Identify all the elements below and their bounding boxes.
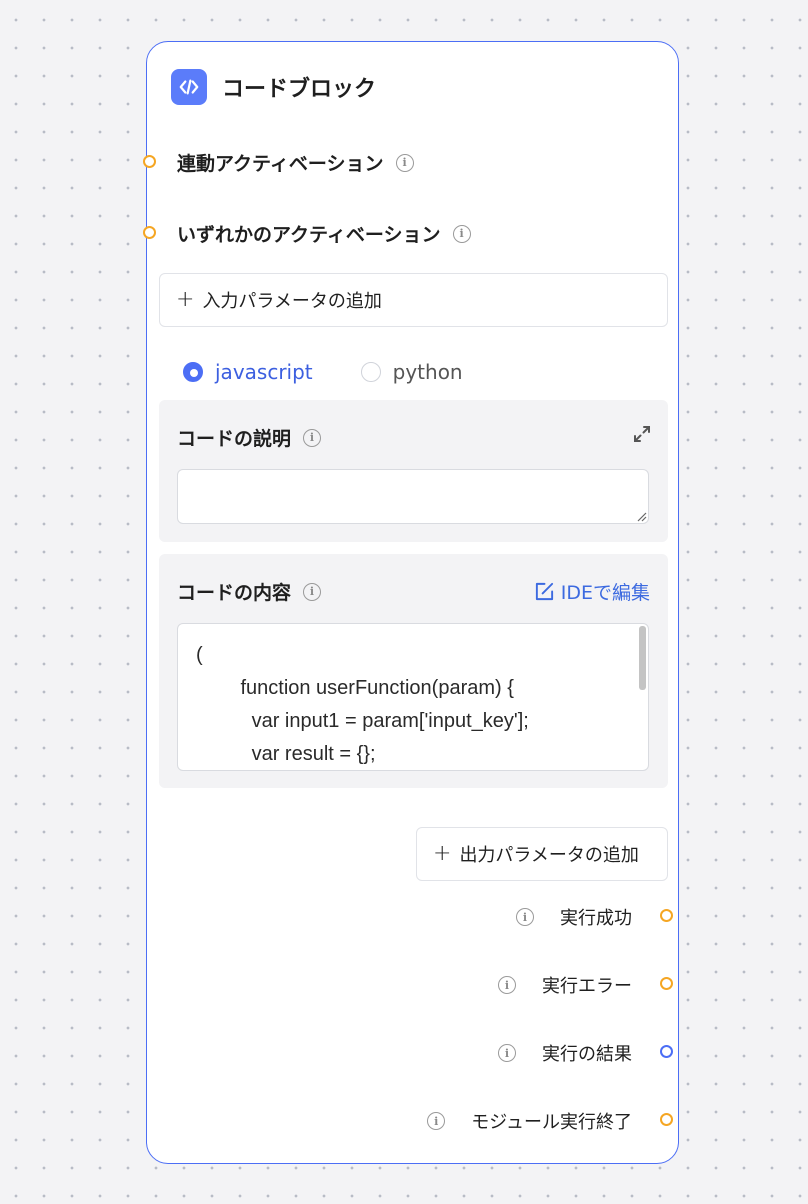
code-icon xyxy=(171,69,207,105)
info-icon[interactable]: i xyxy=(303,428,322,447)
info-icon[interactable]: i xyxy=(516,908,534,926)
radio-label: python xyxy=(392,360,463,384)
code-text[interactable]: ( function userFunction(param) { var inp… xyxy=(178,624,648,770)
output-port-success[interactable] xyxy=(660,909,673,922)
output-label: 実行の結果 xyxy=(542,1044,632,1065)
node-header: コードブロック xyxy=(171,69,376,105)
info-icon[interactable]: i xyxy=(303,582,322,601)
code-description-panel: コードの説明 i xyxy=(159,400,668,542)
output-label: 実行エラー xyxy=(542,976,632,997)
radio-dot xyxy=(360,362,381,382)
input-any-activation: いずれかのアクティベーション i xyxy=(177,220,471,247)
plus-icon: + xyxy=(176,287,195,312)
input-label: いずれかのアクティベーション xyxy=(177,224,441,246)
info-icon[interactable]: i xyxy=(452,224,471,243)
language-selector: javascript python xyxy=(183,360,463,384)
output-label: モジュール実行終了 xyxy=(471,1112,632,1133)
output-execution-success: i 実行成功 xyxy=(516,904,632,930)
add-input-label: 入力パラメータの追加 xyxy=(202,291,382,312)
radio-dot xyxy=(183,362,203,382)
output-label: 実行成功 xyxy=(560,908,632,929)
add-output-parameter-button[interactable]: + 出力パラメータの追加 xyxy=(416,827,668,881)
edit-link-text: IDEで編集 xyxy=(560,582,650,604)
resize-handle-icon[interactable] xyxy=(637,512,647,522)
output-port-finished[interactable] xyxy=(660,1113,673,1126)
output-port-error[interactable] xyxy=(660,977,673,990)
radio-python[interactable]: python xyxy=(360,360,463,384)
add-input-parameter-button[interactable]: + 入力パラメータの追加 xyxy=(159,273,668,327)
plus-icon: + xyxy=(433,841,452,866)
code-description-input[interactable] xyxy=(177,469,649,524)
input-label: 連動アクティベーション xyxy=(177,153,384,175)
edit-in-ide-link[interactable]: IDEで編集 xyxy=(534,578,650,605)
input-linked-activation: 連動アクティベーション i xyxy=(177,149,414,176)
output-module-finished: i モジュール実行終了 xyxy=(427,1108,632,1134)
scrollbar[interactable] xyxy=(639,626,646,690)
radio-label: javascript xyxy=(215,360,313,384)
code-block-node[interactable]: コードブロック 連動アクティベーション i いずれかのアクティベーション i +… xyxy=(143,41,679,1164)
panel-title-text: コードの内容 xyxy=(177,582,292,604)
input-port-any[interactable] xyxy=(143,226,156,239)
info-icon[interactable]: i xyxy=(427,1112,446,1130)
info-icon[interactable]: i xyxy=(498,1044,516,1062)
radio-javascript[interactable]: javascript xyxy=(183,360,313,384)
node-title: コードブロック xyxy=(222,77,377,102)
panel-title-text: コードの説明 xyxy=(177,428,292,450)
edit-icon xyxy=(535,582,553,601)
panel-title: コードの説明 i xyxy=(177,424,322,451)
output-port-result[interactable] xyxy=(660,1045,673,1058)
code-content-panel: コードの内容 i IDEで編集 ( function userFunction(… xyxy=(159,554,668,788)
info-icon[interactable]: i xyxy=(498,976,516,994)
output-execution-error: i 実行エラー xyxy=(498,972,632,998)
expand-icon[interactable] xyxy=(632,424,652,448)
panel-title: コードの内容 i xyxy=(177,578,322,605)
input-port-linked[interactable] xyxy=(143,155,156,168)
output-execution-result: i 実行の結果 xyxy=(498,1040,632,1066)
add-output-label: 出力パラメータの追加 xyxy=(459,845,639,866)
code-editor[interactable]: ( function userFunction(param) { var inp… xyxy=(177,623,649,771)
info-icon[interactable]: i xyxy=(395,153,414,172)
